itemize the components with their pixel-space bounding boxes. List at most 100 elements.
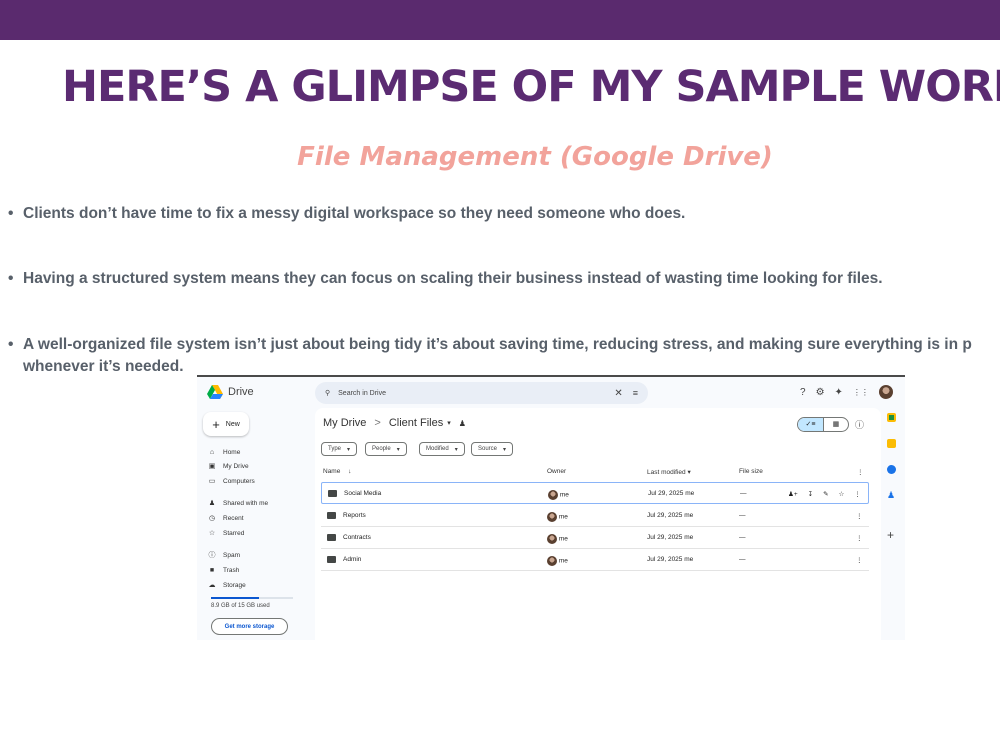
calendar-icon[interactable] — [887, 413, 896, 422]
file-name: Social Media — [344, 490, 382, 498]
shared-people-icon[interactable]: ♟ — [459, 419, 466, 428]
file-name-cell: Contracts — [327, 534, 371, 541]
more-options-icon[interactable]: ⋮ — [856, 512, 863, 520]
column-header-label: Last modified — [647, 469, 686, 476]
tasks-icon[interactable] — [887, 465, 896, 474]
folder-icon — [327, 512, 336, 519]
sidebar-item-trash[interactable]: ■ Trash — [205, 564, 240, 576]
get-more-storage-button[interactable]: Get more storage — [211, 618, 288, 635]
bullet-item: • A well-organized file system isn’t just… — [8, 334, 1000, 378]
search-options-icon[interactable]: ≡ — [633, 388, 638, 398]
modified-cell: Jul 29, 2025 me — [647, 556, 694, 563]
more-options-icon[interactable]: ⋮ — [856, 534, 863, 542]
bullet-text: Having a structured system means they ca… — [23, 270, 883, 287]
sidebar-item-label: My Drive — [223, 462, 249, 470]
column-header-modified[interactable]: Last modified ▾ — [647, 468, 691, 476]
column-header-owner[interactable]: Owner — [547, 468, 566, 475]
search-input[interactable]: Search in Drive — [338, 390, 614, 397]
sidebar-item-my-drive[interactable]: ▣ My Drive — [205, 460, 249, 472]
column-header-name[interactable]: Name ↓ — [323, 468, 351, 475]
grid-view-icon[interactable]: ▦ — [822, 418, 848, 431]
sidebar-item-label: Storage — [223, 581, 246, 589]
new-button[interactable]: + New — [203, 412, 249, 436]
file-row[interactable]: Reports me Jul 29, 2025 me — ⋮ — [321, 505, 869, 527]
sidebar-item-label: Starred — [223, 529, 245, 537]
more-options-icon[interactable]: ⋮ — [857, 468, 864, 476]
owner-name: me — [558, 535, 568, 543]
home-icon: ⌂ — [209, 448, 215, 456]
help-icon[interactable]: ? — [800, 387, 806, 398]
row-actions: ♟+ ↧ ✎ ☆ ⋮ — [788, 490, 861, 498]
sidebar-item-storage[interactable]: ☁ Storage — [205, 579, 246, 591]
file-name-cell: Reports — [327, 512, 366, 519]
sidebar-item-recent[interactable]: ◷ Recent — [205, 512, 244, 524]
keep-icon[interactable] — [887, 439, 896, 448]
apps-grid-icon[interactable]: ⋮⋮ — [853, 388, 869, 397]
sidebar-item-spam[interactable]: ⓘ Spam — [205, 549, 240, 561]
drive-app-name: Drive — [228, 386, 254, 398]
filter-chip-people[interactable]: People ▾ — [365, 442, 407, 456]
chevron-down-icon: ▾ — [396, 446, 400, 453]
sidebar-item-label: Recent — [223, 514, 244, 522]
sidebar-item-starred[interactable]: ☆ Starred — [205, 527, 244, 539]
more-options-icon[interactable]: ⋮ — [856, 556, 863, 564]
more-options-icon[interactable]: ⋮ — [854, 490, 861, 498]
sidebar-item-label: Computers — [223, 477, 255, 485]
rename-pencil-icon[interactable]: ✎ — [823, 490, 828, 498]
filter-chip-modified[interactable]: Modified ▾ — [419, 442, 465, 456]
owner-avatar — [548, 490, 558, 500]
plus-icon: + — [212, 416, 220, 432]
clock-icon: ◷ — [208, 515, 216, 522]
folder-icon — [328, 490, 337, 497]
clear-search-icon[interactable]: ✕ — [614, 388, 622, 399]
caret-down-icon[interactable]: ▾ — [447, 419, 451, 427]
view-toggle[interactable]: ✓≡ ▦ — [797, 417, 849, 432]
file-row[interactable]: Contracts me Jul 29, 2025 me — ⋮ — [321, 527, 869, 549]
my-drive-icon: ▣ — [208, 463, 216, 470]
size-cell: — — [739, 534, 746, 541]
sidebar-item-shared-with-me[interactable]: ♟ Shared with me — [205, 497, 268, 509]
filter-chip-type[interactable]: Type ▾ — [321, 442, 358, 456]
settings-gear-icon[interactable]: ⚙ — [816, 387, 825, 398]
info-icon[interactable]: ⓘ — [855, 418, 864, 431]
owner-cell: me — [547, 512, 568, 522]
bullet-text-continued: whenever it’s needed. — [23, 358, 184, 375]
trash-icon: ■ — [209, 566, 215, 574]
storage-progress-fill — [211, 597, 260, 599]
caret-down-icon: ▾ — [687, 469, 691, 476]
download-icon[interactable]: ↧ — [808, 490, 813, 498]
sidebar-item-home[interactable]: ⌂ Home — [205, 446, 240, 458]
owner-avatar — [547, 556, 557, 566]
size-cell: — — [739, 556, 746, 563]
share-icon[interactable]: ♟+ — [788, 490, 798, 498]
gemini-sparkle-icon[interactable]: ✦ — [835, 387, 843, 398]
file-row[interactable]: Social Media me Jul 29, 2025 me — ♟+ ↧ ✎… — [321, 482, 869, 504]
owner-avatar — [547, 512, 557, 522]
filter-chip-source[interactable]: Source ▾ — [471, 442, 514, 456]
owner-cell: me — [548, 490, 569, 500]
drive-screenshot: Drive ⚲ Search in Drive ✕ ≡ ? ⚙ ✦ ⋮⋮ + N… — [197, 375, 905, 640]
sidebar-item-computers[interactable]: ▭ Computers — [205, 475, 255, 487]
file-row[interactable]: Admin me Jul 29, 2025 me — ⋮ — [321, 549, 869, 571]
star-icon: ☆ — [208, 530, 216, 537]
contacts-icon[interactable]: ♟ — [887, 491, 896, 500]
bullet-text: Clients don’t have time to fix a messy d… — [23, 205, 686, 222]
slide: HERE’S A GLIMPSE OF MY SAMPLE WORKS File… — [0, 0, 1000, 750]
sidebar-item-label: Trash — [223, 566, 240, 574]
column-header-size[interactable]: File size — [739, 468, 763, 475]
drive-logo[interactable]: Drive — [207, 385, 254, 399]
account-avatar[interactable] — [878, 385, 893, 399]
chevron-down-icon: ▾ — [503, 446, 507, 453]
spam-icon: ⓘ — [208, 552, 216, 559]
search-bar[interactable]: ⚲ Search in Drive ✕ ≡ — [315, 382, 648, 404]
breadcrumb-root[interactable]: My Drive — [323, 417, 366, 429]
folder-icon — [327, 556, 336, 563]
owner-name: me — [559, 491, 569, 499]
star-icon[interactable]: ☆ — [839, 490, 845, 498]
filter-chip-label: Type — [328, 446, 342, 452]
filter-chip-label: People — [372, 446, 391, 452]
add-addon-icon[interactable]: + — [887, 529, 896, 541]
list-view-icon[interactable]: ✓≡ — [798, 418, 823, 431]
filter-chip-label: Source — [478, 446, 498, 452]
breadcrumb-current[interactable]: Client Files — [389, 417, 443, 429]
